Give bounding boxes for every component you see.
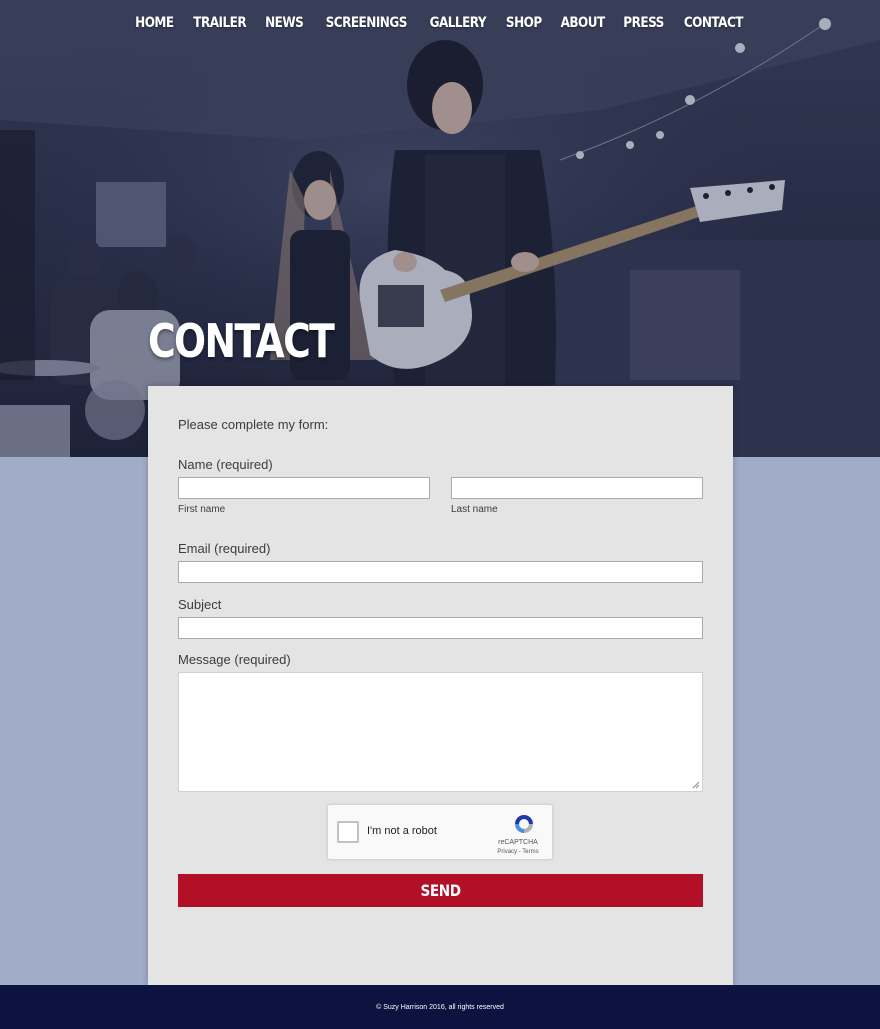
footer: © Suzy Harrison 2016, all rights reserve… xyxy=(0,985,880,1029)
nav-home[interactable]: HOME xyxy=(134,13,176,33)
first-name-sublabel: First name xyxy=(178,504,226,515)
subject-label: Subject xyxy=(178,597,222,612)
send-button[interactable]: SEND xyxy=(178,874,703,907)
first-name-input[interactable] xyxy=(178,477,430,499)
message-label: Message (required) xyxy=(178,652,291,667)
recaptcha-logo-icon xyxy=(515,815,533,833)
name-label: Name (required) xyxy=(178,457,273,472)
recaptcha-links[interactable]: Privacy - Terms xyxy=(493,849,543,855)
nav-screenings[interactable]: SCREENINGS xyxy=(324,13,409,33)
nav-about[interactable]: ABOUT xyxy=(558,13,606,33)
nav-shop[interactable]: SHOP xyxy=(504,13,543,33)
nav-trailer[interactable]: TRAILER xyxy=(191,13,247,33)
email-label: Email (required) xyxy=(178,541,271,556)
copyright-text: © Suzy Harrison 2016, all rights reserve… xyxy=(376,1003,504,1011)
main-nav: HOME TRAILER NEWS SCREENINGS GALLERY SHO… xyxy=(0,13,880,33)
form-intro: Please complete my form: xyxy=(178,417,329,432)
page-title: CONTACT xyxy=(148,314,335,368)
message-textarea[interactable] xyxy=(178,672,703,792)
contact-form-panel: Please complete my form: Name (required)… xyxy=(148,386,733,985)
nav-press[interactable]: PRESS xyxy=(621,13,665,33)
recaptcha-widget: I'm not a robot reCAPTCHA Privacy - Term… xyxy=(327,804,553,860)
subject-input[interactable] xyxy=(178,617,703,639)
last-name-sublabel: Last name xyxy=(451,504,498,515)
recaptcha-checkbox[interactable] xyxy=(337,821,359,843)
email-input[interactable] xyxy=(178,561,703,583)
resize-handle-icon[interactable] xyxy=(692,781,700,789)
last-name-input[interactable] xyxy=(451,477,703,499)
nav-contact[interactable]: CONTACT xyxy=(682,13,745,33)
send-button-label: SEND xyxy=(420,881,461,900)
nav-gallery[interactable]: GALLERY xyxy=(428,13,488,33)
nav-news[interactable]: NEWS xyxy=(264,13,306,33)
recaptcha-brand: reCAPTCHA xyxy=(498,839,538,846)
recaptcha-label: I'm not a robot xyxy=(367,825,437,837)
